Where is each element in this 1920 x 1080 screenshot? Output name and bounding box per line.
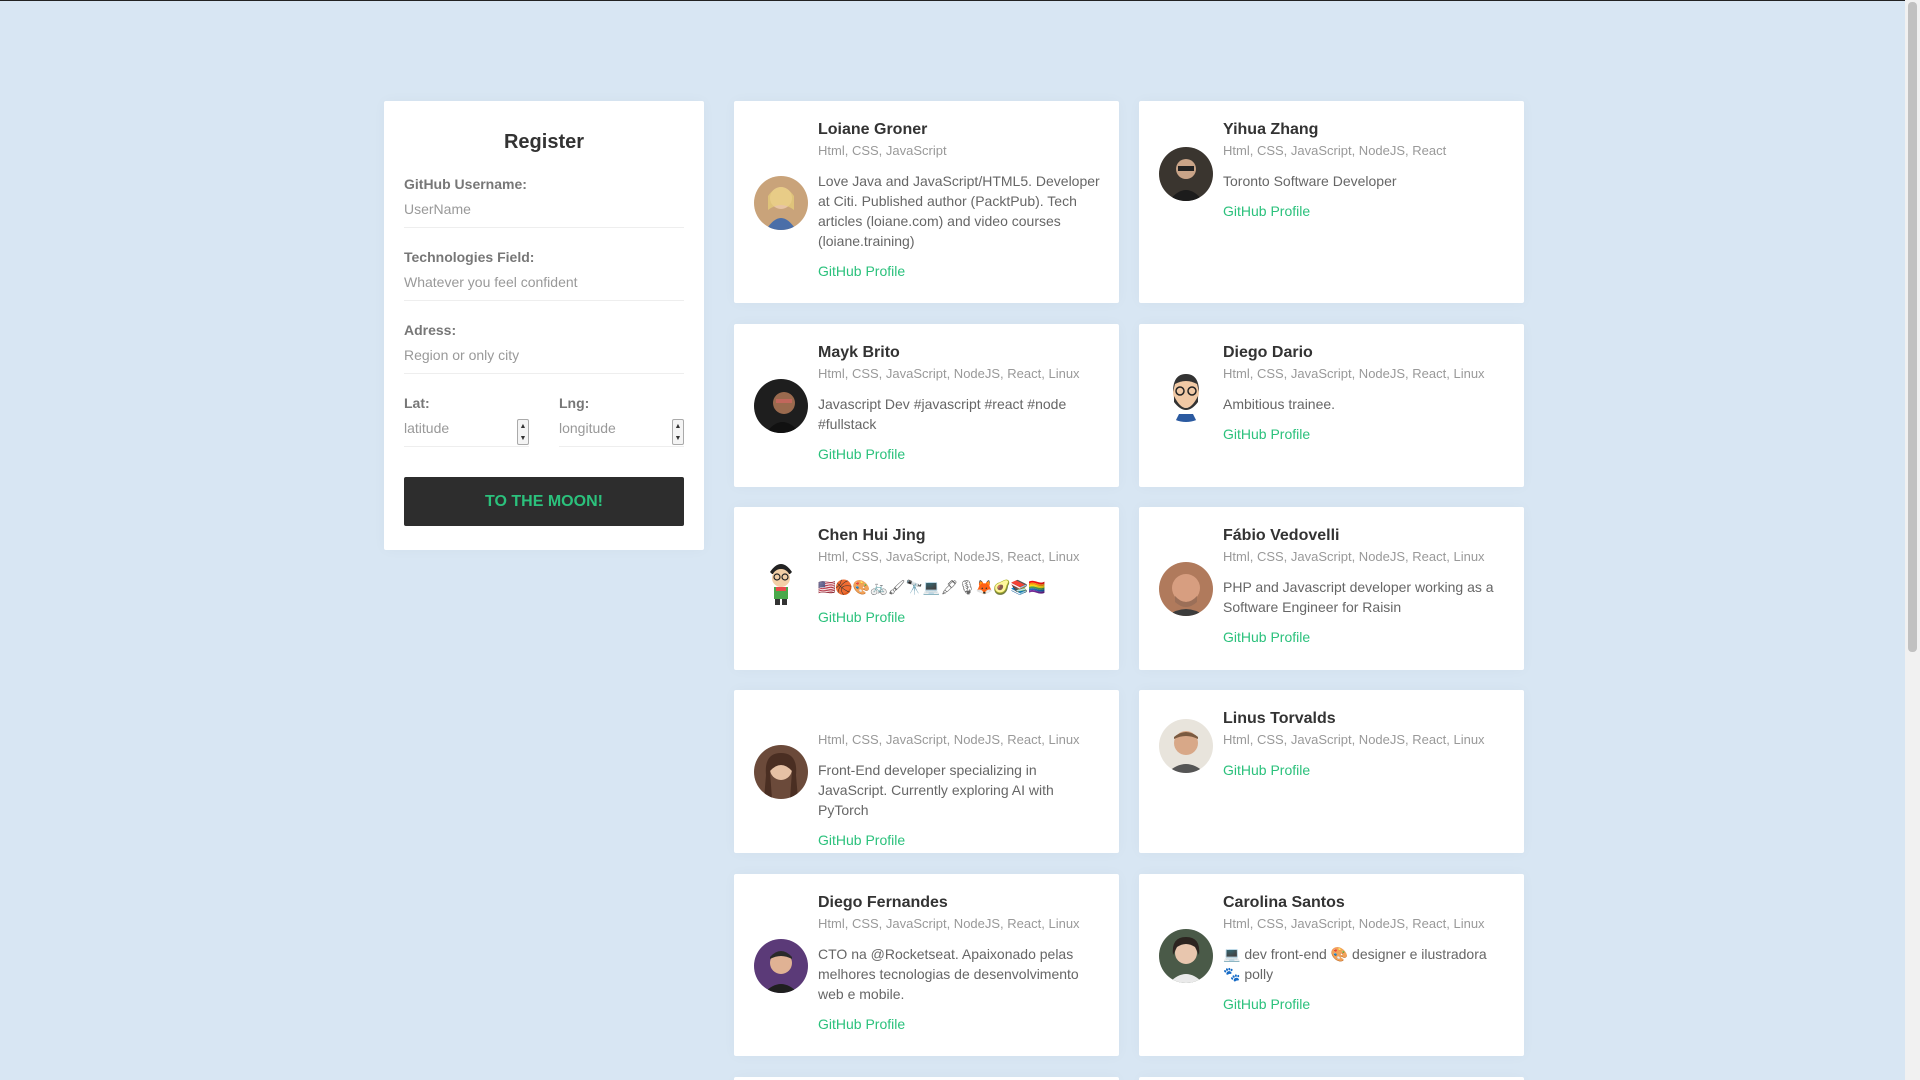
dev-techs: Html, CSS, JavaScript, NodeJS, React, Li… [818, 366, 1080, 381]
address-input[interactable] [404, 344, 684, 365]
avatar [1159, 719, 1213, 773]
dev-card: Diego Fernandes Html, CSS, JavaScript, N… [734, 874, 1119, 1056]
dev-info: Fábio Vedovelli Html, CSS, JavaScript, N… [1223, 527, 1506, 645]
coordinates-row: Lat: ▲▼ Lng: ▲▼ [404, 395, 684, 468]
techs-input[interactable] [404, 271, 684, 292]
dev-name: Loiane Groner [818, 121, 928, 138]
dev-name: Chen Hui Jing [818, 527, 926, 544]
window-top-border [0, 0, 1920, 1]
dev-bio: 🇺🇸🏀🎨🚲🖌🔭💻🖋🎙🦊🥑📚🏳️‍🌈 [818, 579, 1046, 595]
github-profile-link[interactable]: GitHub Profile [1223, 996, 1506, 1012]
lat-field-group: Lat: ▲▼ [404, 395, 529, 447]
github-profile-link[interactable]: GitHub Profile [818, 263, 1101, 279]
username-label: GitHub Username: [404, 176, 527, 192]
lng-field-group: Lng: ▲▼ [559, 395, 684, 447]
github-profile-link[interactable]: GitHub Profile [1223, 629, 1506, 645]
chevron-up-icon[interactable]: ▲ [520, 423, 527, 430]
lng-label: Lng: [559, 395, 590, 411]
github-profile-link[interactable]: GitHub Profile [1223, 203, 1506, 219]
dev-bio: 💻 dev front-end 🎨 designer e ilustradora… [1223, 946, 1487, 982]
avatar [754, 176, 808, 230]
dev-name: Carolina Santos [1223, 894, 1345, 911]
dev-techs: Html, CSS, JavaScript, NodeJS, React, Li… [1223, 366, 1485, 381]
dev-info: Linus Torvalds Html, CSS, JavaScript, No… [1223, 710, 1506, 778]
chevron-down-icon[interactable]: ▼ [675, 435, 682, 442]
avatar [1159, 147, 1213, 201]
dev-info: Yihua Zhang Html, CSS, JavaScript, NodeJ… [1223, 121, 1506, 219]
lng-stepper[interactable]: ▲ ▼ [672, 419, 684, 445]
dev-techs: Html, CSS, JavaScript, NodeJS, React, Li… [818, 916, 1080, 931]
techs-field-group: Technologies Field: [404, 249, 684, 301]
dev-bio: PHP and Javascript developer working as … [1223, 579, 1494, 615]
dev-name: Yihua Zhang [1223, 121, 1319, 138]
dev-techs: Html, CSS, JavaScript, NodeJS, React, Li… [818, 732, 1080, 747]
avatar [1159, 929, 1213, 983]
page-scrollbar[interactable] [1905, 0, 1920, 1080]
dev-card: Diego Dario Html, CSS, JavaScript, NodeJ… [1139, 324, 1524, 487]
dev-techs: Html, CSS, JavaScript, NodeJS, React, Li… [1223, 916, 1485, 931]
dev-bio: Javascript Dev #javascript #react #node … [818, 396, 1067, 432]
lat-stepper[interactable]: ▲ ▼ [517, 419, 529, 445]
avatar [754, 552, 808, 606]
dev-techs: Html, CSS, JavaScript [818, 143, 947, 158]
dev-info: Diego Dario Html, CSS, JavaScript, NodeJ… [1223, 344, 1506, 442]
register-panel: Register GitHub Username: Technologies F… [384, 101, 704, 550]
dev-techs: Html, CSS, JavaScript, NodeJS, React [1223, 143, 1447, 158]
dev-info: Html, CSS, JavaScript, NodeJS, React, Li… [818, 710, 1101, 848]
dev-name [818, 710, 1101, 732]
avatar [1159, 562, 1213, 616]
github-profile-link[interactable]: GitHub Profile [818, 1016, 1101, 1032]
dev-card: Loiane Groner Html, CSS, JavaScript Love… [734, 101, 1119, 303]
username-input[interactable] [404, 198, 684, 219]
dev-bio: Toronto Software Developer [1223, 173, 1397, 189]
avatar [754, 379, 808, 433]
dev-techs: Html, CSS, JavaScript, NodeJS, React, Li… [1223, 732, 1485, 747]
techs-label: Technologies Field: [404, 249, 535, 265]
dev-bio: CTO na @Rocketseat. Apaixonado pelas mel… [818, 946, 1079, 1002]
dev-bio: Front-End developer specializing in Java… [818, 762, 1054, 818]
dev-info: Chen Hui Jing Html, CSS, JavaScript, Nod… [818, 527, 1101, 625]
dev-card: Linus Torvalds Html, CSS, JavaScript, No… [1139, 690, 1524, 853]
lng-input[interactable] [559, 417, 669, 438]
dev-info: Carolina Santos Html, CSS, JavaScript, N… [1223, 894, 1506, 1012]
address-label: Adress: [404, 322, 457, 338]
dev-info: Diego Fernandes Html, CSS, JavaScript, N… [818, 894, 1101, 1032]
dev-info: Loiane Groner Html, CSS, JavaScript Love… [818, 121, 1101, 279]
github-profile-link[interactable]: GitHub Profile [1223, 426, 1506, 442]
address-field-group: Adress: [404, 322, 684, 374]
dev-techs: Html, CSS, JavaScript, NodeJS, React, Li… [818, 549, 1080, 564]
dev-bio: Love Java and JavaScript/HTML5. Develope… [818, 173, 1100, 249]
avatar [1159, 368, 1213, 422]
dev-info: Mayk Brito Html, CSS, JavaScript, NodeJS… [818, 344, 1101, 462]
lat-label: Lat: [404, 395, 430, 411]
dev-card: Mayk Brito Html, CSS, JavaScript, NodeJS… [734, 324, 1119, 487]
avatar [754, 939, 808, 993]
dev-bio: Ambitious trainee. [1223, 396, 1336, 412]
github-profile-link[interactable]: GitHub Profile [818, 832, 1101, 848]
register-form: GitHub Username: Technologies Field: Adr… [404, 176, 684, 526]
chevron-up-icon[interactable]: ▲ [675, 423, 682, 430]
dev-card: Yihua Zhang Html, CSS, JavaScript, NodeJ… [1139, 101, 1524, 303]
username-field-group: GitHub Username: [404, 176, 684, 228]
chevron-down-icon[interactable]: ▼ [520, 435, 527, 442]
dev-name: Fábio Vedovelli [1223, 527, 1340, 544]
dev-techs: Html, CSS, JavaScript, NodeJS, React, Li… [1223, 549, 1485, 564]
github-profile-link[interactable]: GitHub Profile [818, 609, 1101, 625]
scrollbar-thumb[interactable] [1908, 2, 1917, 652]
register-title: Register [503, 131, 585, 153]
dev-name: Diego Fernandes [818, 894, 948, 911]
dev-card: Fábio Vedovelli Html, CSS, JavaScript, N… [1139, 507, 1524, 670]
dev-name: Mayk Brito [818, 344, 900, 361]
github-profile-link[interactable]: GitHub Profile [1223, 762, 1506, 778]
dev-name: Diego Dario [1223, 344, 1313, 361]
dev-card: Carolina Santos Html, CSS, JavaScript, N… [1139, 874, 1524, 1056]
submit-button[interactable]: TO THE MOON! [404, 477, 684, 526]
dev-card: Html, CSS, JavaScript, NodeJS, React, Li… [734, 690, 1119, 853]
github-profile-link[interactable]: GitHub Profile [818, 446, 1101, 462]
dev-card: Chen Hui Jing Html, CSS, JavaScript, Nod… [734, 507, 1119, 670]
lat-input[interactable] [404, 417, 514, 438]
dev-name: Linus Torvalds [1223, 710, 1336, 727]
avatar [754, 745, 808, 799]
